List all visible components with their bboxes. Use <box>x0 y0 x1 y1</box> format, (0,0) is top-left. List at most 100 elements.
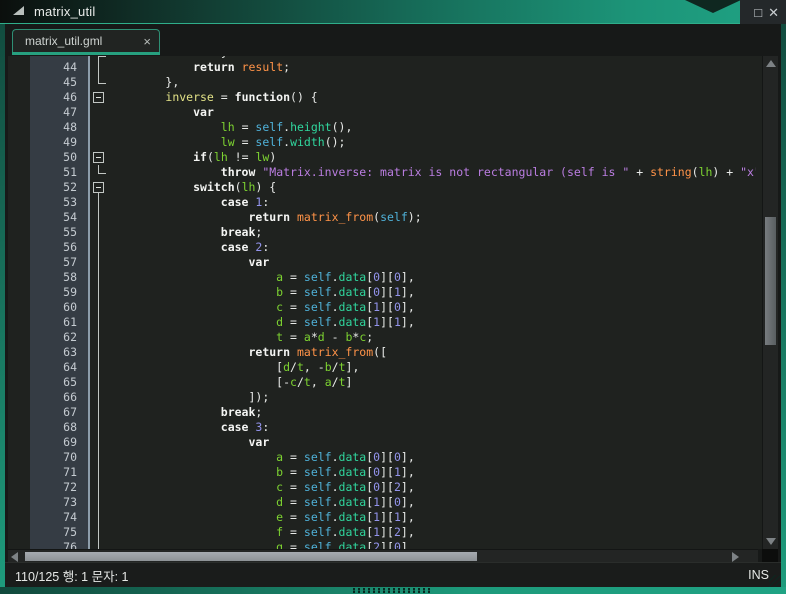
fold-column-cell <box>88 525 110 540</box>
fold-collapse-icon[interactable] <box>93 182 104 193</box>
line-number[interactable]: 47 <box>30 105 88 120</box>
code-line[interactable]: 58 a = self.data[0][0], <box>30 270 756 285</box>
code-line[interactable]: 54 return matrix_from(self); <box>30 210 756 225</box>
line-number[interactable]: 66 <box>30 390 88 405</box>
line-number[interactable]: 44 <box>30 60 88 75</box>
code-line[interactable]: 50 if(lh != lw) <box>30 150 756 165</box>
horizontal-scrollbar[interactable] <box>8 549 758 562</box>
fold-collapse-icon[interactable] <box>93 152 104 163</box>
code-line[interactable]: 55 break; <box>30 225 756 240</box>
scroll-up-icon[interactable] <box>766 60 776 67</box>
line-number[interactable]: 70 <box>30 450 88 465</box>
corner-resize-grip[interactable] <box>769 575 781 587</box>
code-viewport[interactable]: 43 }44 return result;45 },46 inverse = f… <box>30 56 756 549</box>
line-number[interactable]: 69 <box>30 435 88 450</box>
code-line[interactable]: 59 b = self.data[0][1], <box>30 285 756 300</box>
code-line[interactable]: 75 f = self.data[1][2], <box>30 525 756 540</box>
fold-extent-line <box>98 285 99 300</box>
line-number[interactable]: 75 <box>30 525 88 540</box>
code-line[interactable]: 49 lw = self.width(); <box>30 135 756 150</box>
line-number[interactable]: 50 <box>30 150 88 165</box>
line-number[interactable]: 74 <box>30 510 88 525</box>
code-text: f = self.data[1][2], <box>110 525 756 540</box>
line-number[interactable]: 45 <box>30 75 88 90</box>
scroll-right-icon[interactable] <box>732 552 739 562</box>
line-number[interactable]: 48 <box>30 120 88 135</box>
code-line[interactable]: 61 d = self.data[1][1], <box>30 315 756 330</box>
code-line[interactable]: 48 lh = self.height(), <box>30 120 756 135</box>
code-line[interactable]: 70 a = self.data[0][0], <box>30 450 756 465</box>
scroll-left-icon[interactable] <box>11 552 18 562</box>
fold-column-cell <box>88 135 110 150</box>
code-line[interactable]: 51 throw "Matrix.inverse: matrix is not … <box>30 165 756 180</box>
code-line[interactable]: 63 return matrix_from([ <box>30 345 756 360</box>
code-line[interactable]: 73 d = self.data[1][0], <box>30 495 756 510</box>
code-line[interactable]: 65 [-c/t, a/t] <box>30 375 756 390</box>
code-line[interactable]: 57 var <box>30 255 756 270</box>
code-text: g = self.data[2][0], <box>110 540 756 549</box>
code-line[interactable]: 62 t = a*d - b*c; <box>30 330 756 345</box>
line-number[interactable]: 52 <box>30 180 88 195</box>
line-number[interactable]: 58 <box>30 270 88 285</box>
line-number[interactable]: 68 <box>30 420 88 435</box>
close-icon[interactable]: ✕ <box>768 6 779 19</box>
code-line[interactable]: 69 var <box>30 435 756 450</box>
code-line[interactable]: 72 c = self.data[0][2], <box>30 480 756 495</box>
code-text: b = self.data[0][1], <box>110 465 756 480</box>
horizontal-scrollbar-thumb[interactable] <box>25 552 477 561</box>
resize-grip-dots[interactable] <box>353 588 433 593</box>
code-text: switch(lh) { <box>110 180 756 195</box>
line-number[interactable]: 60 <box>30 300 88 315</box>
vertical-scrollbar-thumb[interactable] <box>765 217 776 345</box>
line-number[interactable]: 63 <box>30 345 88 360</box>
line-number[interactable]: 54 <box>30 210 88 225</box>
code-line[interactable]: 45 }, <box>30 75 756 90</box>
code-line[interactable]: 47 var <box>30 105 756 120</box>
code-line[interactable]: 66 ]); <box>30 390 756 405</box>
line-number[interactable]: 73 <box>30 495 88 510</box>
line-number[interactable]: 51 <box>30 165 88 180</box>
title-bar: matrix_util □ ✕ <box>0 0 786 24</box>
line-number[interactable]: 46 <box>30 90 88 105</box>
code-line[interactable]: 71 b = self.data[0][1], <box>30 465 756 480</box>
code-line[interactable]: 67 break; <box>30 405 756 420</box>
fold-extent-line <box>98 330 99 345</box>
code-line[interactable]: 46 inverse = function() { <box>30 90 756 105</box>
line-number[interactable]: 61 <box>30 315 88 330</box>
fold-column-cell <box>88 540 110 549</box>
fold-column-cell <box>88 270 110 285</box>
vertical-scrollbar[interactable] <box>762 56 778 549</box>
line-number[interactable]: 57 <box>30 255 88 270</box>
line-number[interactable]: 64 <box>30 360 88 375</box>
line-number[interactable]: 71 <box>30 465 88 480</box>
line-number[interactable]: 65 <box>30 375 88 390</box>
line-number[interactable]: 72 <box>30 480 88 495</box>
code-line[interactable]: 44 return result; <box>30 60 756 75</box>
fold-column-cell <box>88 435 110 450</box>
caret-position-status: 110/125 행: 1 문자: 1 <box>5 566 748 585</box>
fold-column-cell <box>88 330 110 345</box>
code-line[interactable]: 76 g = self.data[2][0], <box>30 540 756 549</box>
line-number[interactable]: 62 <box>30 330 88 345</box>
window-menu-icon[interactable] <box>13 6 24 15</box>
code-line[interactable]: 56 case 2: <box>30 240 756 255</box>
line-number[interactable]: 67 <box>30 405 88 420</box>
fold-collapse-icon[interactable] <box>93 92 104 103</box>
line-number[interactable]: 53 <box>30 195 88 210</box>
line-number[interactable]: 55 <box>30 225 88 240</box>
line-number[interactable]: 76 <box>30 540 88 549</box>
line-number[interactable]: 49 <box>30 135 88 150</box>
code-line[interactable]: 53 case 1: <box>30 195 756 210</box>
maximize-icon[interactable]: □ <box>754 6 762 19</box>
tab-matrix-util[interactable]: matrix_util.gml × <box>12 29 160 52</box>
code-line[interactable]: 64 [d/t, -b/t], <box>30 360 756 375</box>
scroll-down-icon[interactable] <box>766 538 776 545</box>
tab-close-icon[interactable]: × <box>143 34 151 49</box>
scrollbar-corner <box>762 549 778 562</box>
line-number[interactable]: 59 <box>30 285 88 300</box>
code-line[interactable]: 52 switch(lh) { <box>30 180 756 195</box>
code-line[interactable]: 74 e = self.data[1][1], <box>30 510 756 525</box>
line-number[interactable]: 56 <box>30 240 88 255</box>
code-line[interactable]: 60 c = self.data[1][0], <box>30 300 756 315</box>
code-line[interactable]: 68 case 3: <box>30 420 756 435</box>
